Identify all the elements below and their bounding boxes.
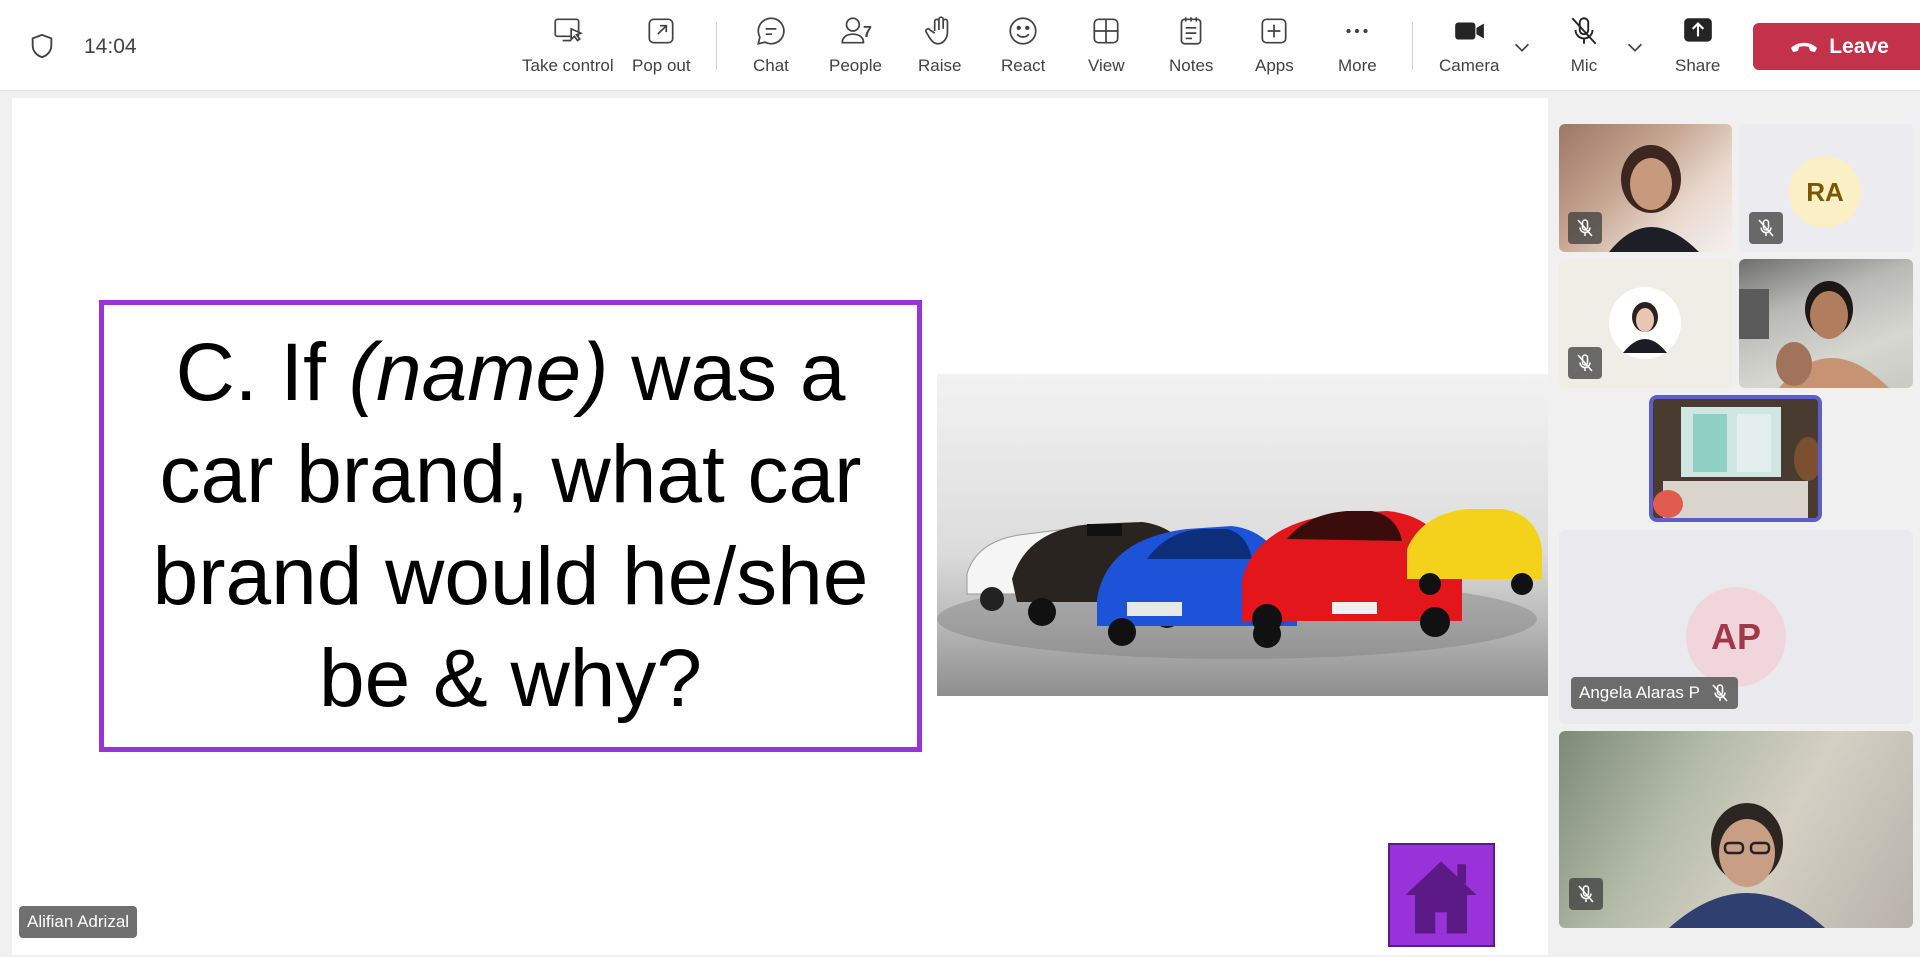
mic-off-icon: [1577, 219, 1593, 237]
more-button[interactable]: More: [1338, 14, 1377, 80]
people-button[interactable]: 7 People: [829, 14, 882, 80]
mic-options-chevron-down-icon[interactable]: [1624, 36, 1646, 58]
participant-video-feed: [1739, 281, 1889, 388]
toolbar-divider: [1412, 22, 1413, 70]
cars-image: [937, 374, 1548, 696]
participant-tile[interactable]: [1559, 259, 1732, 388]
mic-off-icon: [1712, 684, 1728, 702]
people-count: 7: [863, 24, 872, 41]
grid-view-icon: [1093, 18, 1119, 44]
avatar: RA: [1789, 156, 1861, 228]
mic-off-icon: [1571, 17, 1597, 45]
take-control-button[interactable]: Take control: [522, 14, 614, 80]
pop-out-icon: [648, 18, 674, 44]
participant-name-tag: Angela Alaras P: [1571, 677, 1738, 709]
share-button[interactable]: Share: [1675, 14, 1720, 80]
take-control-icon: [554, 18, 583, 42]
home-button[interactable]: [1388, 843, 1495, 947]
more-dots-icon: [1346, 28, 1368, 34]
apps-button[interactable]: Apps: [1255, 14, 1294, 80]
camera-icon: [1455, 22, 1485, 40]
share-icon: [1683, 18, 1712, 42]
presenter-name-tag: Alifian Adrizal: [19, 906, 138, 938]
shared-screen: C. If (name) was a car brand, what car b…: [12, 98, 1548, 955]
participant-tile[interactable]: [1739, 259, 1913, 388]
raise-hand-button[interactable]: Raise: [918, 14, 961, 80]
self-view-tile[interactable]: [1649, 395, 1822, 522]
toolbar-divider: [716, 22, 717, 70]
camera-button[interactable]: Camera: [1439, 14, 1499, 80]
view-button[interactable]: View: [1088, 14, 1125, 80]
participant-muted-badge: [1749, 212, 1783, 244]
chat-icon: [757, 17, 785, 45]
apps-plus-icon: [1261, 18, 1287, 44]
camera-options-chevron-down-icon[interactable]: [1511, 36, 1533, 58]
meeting-timer: 14:04: [84, 35, 137, 58]
yellow-car: [1407, 509, 1542, 595]
mic-off-icon: [1758, 219, 1774, 237]
participant-tile[interactable]: RA: [1739, 124, 1913, 252]
smiley-icon: [1009, 17, 1037, 45]
shield-icon[interactable]: [28, 32, 56, 60]
question-box: C. If (name) was a car brand, what car b…: [99, 300, 922, 752]
mic-off-icon: [1578, 885, 1594, 903]
chat-button[interactable]: Chat: [753, 14, 789, 80]
participant-muted-badge: [1569, 878, 1603, 910]
hand-icon: [924, 16, 949, 45]
notes-icon: [1180, 17, 1202, 45]
self-video-feed: [1653, 399, 1818, 518]
participant-tile[interactable]: [1559, 731, 1913, 928]
participant-tile[interactable]: [1559, 124, 1732, 252]
slide-question: C. If (name) was a car brand, what car b…: [152, 327, 869, 724]
hang-up-icon: [1791, 42, 1818, 52]
notes-button[interactable]: Notes: [1169, 14, 1213, 80]
mic-button[interactable]: Mic: [1567, 14, 1601, 80]
leave-button[interactable]: Leave: [1753, 23, 1920, 70]
meeting-toolbar: 14:04 Take control Pop out Chat 7 People…: [0, 0, 1920, 91]
participant-tile[interactable]: AP Angela Alaras P: [1559, 530, 1913, 724]
home-icon: [1405, 861, 1477, 934]
avatar: [1609, 287, 1681, 359]
participant-muted-badge: [1568, 212, 1602, 244]
react-button[interactable]: React: [1001, 14, 1045, 80]
participant-muted-badge: [1568, 347, 1602, 379]
mic-off-icon: [1577, 354, 1593, 372]
avatar: AP: [1686, 587, 1786, 687]
pop-out-button[interactable]: Pop out: [632, 14, 691, 80]
participant-video-feed: [1669, 803, 1825, 928]
